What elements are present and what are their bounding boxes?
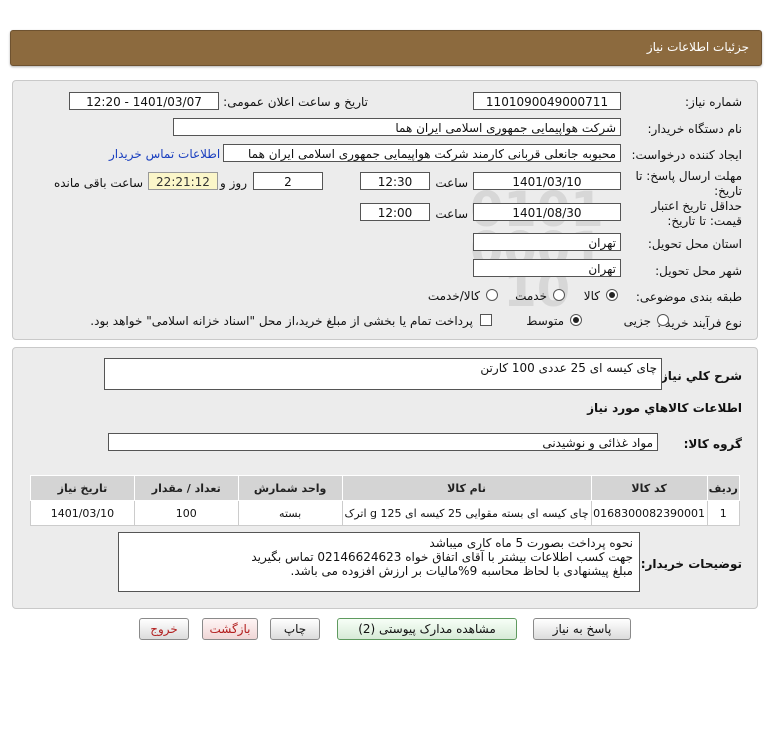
validity-time-label: ساعت — [435, 207, 468, 221]
category-radio-goods-service[interactable] — [486, 289, 498, 301]
treasury-payment-checkbox[interactable] — [480, 314, 492, 326]
general-desc-field: چای کیسه ای 25 عددی 100 کارتن — [104, 358, 662, 390]
category-label: طبقه بندی موضوعی: — [635, 290, 742, 304]
cell-name: چای کیسه ای بسته مقوایی 25 کیسه ای 125 g… — [341, 500, 592, 526]
buyer-org-label: نام دستگاه خریدار: — [647, 122, 743, 136]
col-quantity: تعداد / مقدار — [133, 475, 239, 501]
cell-code: 0168300082390001 — [590, 500, 708, 526]
province-field: تهران — [473, 233, 621, 251]
buyer-notes-label: توضیحات خریدار: — [640, 557, 742, 571]
buyer-notes-line-2: جهت کسب اطلاعات بیشتر با آقای اتفاق خواه… — [251, 550, 633, 564]
deadline-label: مهلت ارسال پاسخ: تا — [635, 169, 742, 183]
buyer-notes-line-1: نحوه پرداخت بصورت 5 ماه کاری میباشد — [429, 536, 633, 550]
category-option-goods: کالا — [583, 289, 600, 303]
back-button[interactable]: بازگشت — [202, 618, 258, 640]
city-field: تهران — [473, 259, 621, 277]
validity-date-field: 1401/08/30 — [473, 203, 621, 221]
process-radio-medium[interactable] — [570, 314, 582, 326]
cell-need-date: 1401/03/10 — [30, 500, 135, 526]
process-label: نوع فرآیند خرید : — [657, 316, 742, 330]
page-title: جزئیات اطلاعات نیاز — [646, 40, 749, 54]
process-option-medium: متوسط — [526, 314, 564, 328]
goods-info-title: اطلاعات کالاهاي مورد نياز — [587, 401, 742, 415]
need-number-label: شماره نیاز: — [685, 95, 742, 109]
announce-field: 1401/03/07 - 12:20 — [69, 92, 219, 110]
deadline-label-date: تاریخ: — [714, 184, 742, 198]
goods-table: ردیف کد کالا نام کالا واحد شمارش تعداد /… — [30, 475, 741, 526]
buyer-org-field: شرکت هواپیمایی جمهوری اسلامی ایران هما — [173, 118, 621, 136]
category-radio-service[interactable] — [553, 289, 565, 301]
remaining-label: ساعت باقی مانده — [53, 176, 143, 190]
goods-group-field: مواد غذائی و نوشیدنی — [108, 433, 658, 451]
col-code: کد کالا — [590, 475, 708, 501]
deadline-date-field: 1401/03/10 — [473, 172, 621, 190]
goods-group-label: گروه کالا: — [683, 437, 742, 451]
goods-table-header: ردیف کد کالا نام کالا واحد شمارش تعداد /… — [30, 475, 741, 501]
cell-quantity: 100 — [133, 500, 239, 526]
deadline-time-field: 12:30 — [360, 172, 430, 190]
validity-label: حداقل تاریخ اعتبار — [651, 199, 742, 213]
city-label: شهر محل تحویل: — [655, 264, 742, 278]
category-radio-goods[interactable] — [606, 289, 618, 301]
days-label: روز و — [220, 176, 247, 190]
exit-button[interactable]: خروج — [139, 618, 189, 640]
attachments-button[interactable]: مشاهده مدارک پیوستی (2) — [337, 618, 517, 640]
treasury-payment-note: پرداخت تمام یا بخشی از مبلغ خرید،از محل … — [90, 314, 473, 328]
col-name: نام کالا — [341, 475, 592, 501]
requester-field: محبوبه جانعلی قربانی کارمند شرکت هواپیما… — [223, 144, 621, 162]
general-desc-label: شرح کلي نياز: — [656, 369, 742, 383]
remaining-time-field: 22:21:12 — [148, 172, 218, 190]
category-option-goods-service: کالا/خدمت — [427, 289, 480, 303]
requester-label: ایجاد کننده درخواست: — [631, 148, 742, 162]
buyer-notes-line-3: مبلغ پیشنهادی با لحاظ محاسبه 9%مالیات بر… — [290, 564, 633, 578]
table-row: 1 0168300082390001 چای کیسه ای بسته مقوا… — [30, 500, 741, 526]
buyer-notes-box: نحوه پرداخت بصورت 5 ماه کاری میباشد جهت … — [118, 532, 640, 592]
col-unit: واحد شمارش — [237, 475, 343, 501]
cell-unit: بسته — [237, 500, 343, 526]
need-number-field: 1101090049000711 — [473, 92, 621, 110]
col-need-date: تاریخ نیاز — [30, 475, 135, 501]
print-button[interactable]: چاپ — [270, 618, 320, 640]
reply-button[interactable]: پاسخ به نیاز — [533, 618, 631, 640]
process-radio-minor[interactable] — [657, 314, 669, 326]
validity-time-field: 12:00 — [360, 203, 430, 221]
days-field: 2 — [253, 172, 323, 190]
category-option-service: خدمت — [515, 289, 547, 303]
page-header: جزئیات اطلاعات نیاز — [10, 30, 762, 66]
buyer-contact-link[interactable]: اطلاعات تماس خریدار — [109, 147, 220, 161]
deadline-time-label: ساعت — [435, 176, 468, 190]
announce-label: تاریخ و ساعت اعلان عمومی: — [223, 95, 368, 109]
process-option-minor: جزیی — [623, 314, 651, 328]
col-row: ردیف — [706, 475, 741, 501]
province-label: استان محل تحویل: — [647, 237, 742, 251]
cell-row: 1 — [706, 500, 741, 526]
validity-label-date: قیمت: تا تاریخ: — [667, 214, 742, 228]
